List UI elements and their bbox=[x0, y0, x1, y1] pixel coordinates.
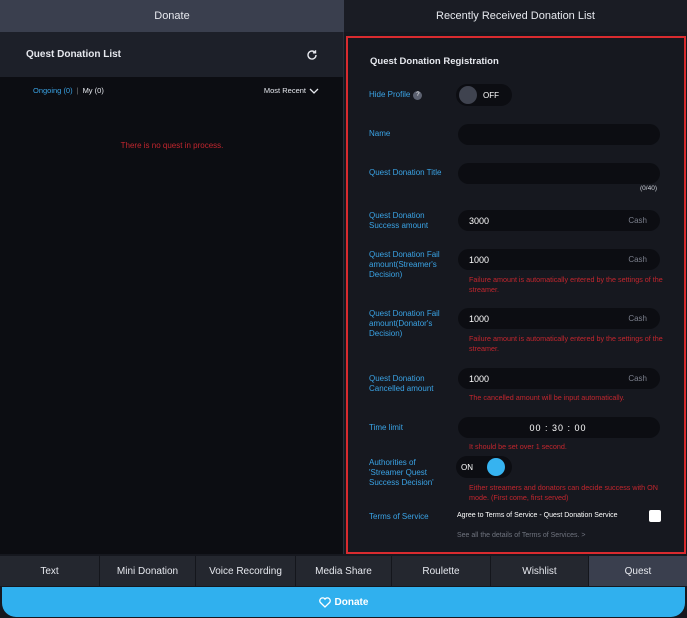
chevron-down-icon bbox=[309, 88, 319, 94]
fail-amount-note: Failure amount is automatically entered … bbox=[469, 275, 663, 294]
toggle-state: ON bbox=[461, 462, 473, 472]
quest-title-label: Quest Donation Title bbox=[369, 168, 442, 177]
fail-amount-donator-label: Quest Donation Fail amount(Donator's Dec… bbox=[369, 309, 440, 338]
list-header: Quest Donation List bbox=[0, 32, 343, 77]
cash-unit: Cash bbox=[628, 255, 647, 264]
top-tab-bar: Donate Recently Received Donation List bbox=[0, 0, 687, 32]
hide-profile-toggle[interactable]: OFF bbox=[456, 84, 512, 106]
filter-ongoing[interactable]: Ongoing (0) bbox=[33, 86, 73, 95]
name-input[interactable] bbox=[458, 124, 660, 145]
fail-amount-streamer-input[interactable]: 1000 Cash bbox=[458, 249, 660, 270]
fail-amount-donator-input[interactable]: 1000 Cash bbox=[458, 308, 660, 329]
terms-agree-checkbox[interactable] bbox=[649, 510, 661, 522]
quest-donation-list-panel: Quest Donation List Ongoing (0) | My (0)… bbox=[0, 32, 344, 554]
cancelled-amount-note: The cancelled amount will be input autom… bbox=[469, 393, 625, 402]
title-char-counter: (0/40) bbox=[640, 185, 657, 192]
tab-donate[interactable]: Donate bbox=[0, 0, 344, 32]
tab-mini-donation[interactable]: Mini Donation bbox=[100, 556, 196, 586]
empty-message: There is no quest in process. bbox=[120, 141, 224, 150]
success-amount-label: Quest Donation Success amount bbox=[369, 211, 429, 230]
terms-label: Terms of Service bbox=[369, 512, 429, 521]
cash-unit: Cash bbox=[628, 374, 647, 383]
authorities-note: Either streamers and donators can decide… bbox=[469, 483, 658, 502]
fail-amount-streamer-label: Quest Donation Fail amount(Streamer's De… bbox=[369, 250, 440, 279]
success-amount-input[interactable]: 3000 Cash bbox=[458, 210, 660, 231]
form-title: Quest Donation Registration bbox=[370, 56, 499, 67]
toggle-state: OFF bbox=[483, 90, 499, 100]
donate-label: Donate bbox=[334, 596, 369, 608]
fail-amount-note: Failure amount is automatically entered … bbox=[469, 334, 663, 353]
terms-agree-text: Agree to Terms of Service - Quest Donati… bbox=[457, 512, 618, 519]
tab-media-share[interactable]: Media Share bbox=[296, 556, 392, 586]
help-icon[interactable]: ? bbox=[413, 91, 423, 100]
tab-text[interactable]: Text bbox=[0, 556, 100, 586]
donate-button[interactable]: Donate bbox=[2, 587, 685, 617]
fail-amount-streamer-value: 1000 bbox=[469, 254, 490, 265]
name-label: Name bbox=[369, 129, 391, 138]
heart-icon bbox=[318, 596, 331, 608]
sort-label: Most Recent bbox=[263, 86, 306, 95]
list-title: Quest Donation List bbox=[26, 49, 121, 60]
tab-voice-recording[interactable]: Voice Recording bbox=[196, 556, 296, 586]
cancelled-amount-input[interactable]: 1000 Cash bbox=[458, 368, 660, 389]
filter-my[interactable]: My (0) bbox=[83, 86, 104, 95]
quest-title-input[interactable] bbox=[458, 163, 660, 184]
cash-unit: Cash bbox=[628, 216, 647, 225]
tab-recently-received[interactable]: Recently Received Donation List bbox=[344, 0, 687, 32]
time-limit-value: 00 : 30 : 00 bbox=[529, 422, 587, 433]
cash-unit: Cash bbox=[628, 314, 647, 323]
filter-separator: | bbox=[76, 86, 79, 95]
tab-wishlist[interactable]: Wishlist bbox=[491, 556, 589, 586]
fail-amount-donator-value: 1000 bbox=[469, 313, 490, 324]
authorities-toggle[interactable]: ON bbox=[456, 456, 512, 478]
donation-type-tabs: Text Mini Donation Voice Recording Media… bbox=[0, 556, 687, 586]
time-limit-input[interactable]: 00 : 30 : 00 bbox=[458, 417, 660, 438]
cancelled-amount-value: 1000 bbox=[469, 373, 490, 384]
terms-details-link[interactable]: See all the details of Terms of Services… bbox=[457, 532, 585, 539]
sort-dropdown[interactable]: Most Recent bbox=[264, 86, 319, 95]
toggle-knob bbox=[459, 86, 477, 104]
filter-row: Ongoing (0) | My (0) Most Recent bbox=[33, 86, 319, 95]
cancelled-amount-label: Quest Donation Cancelled amount bbox=[369, 374, 434, 393]
time-limit-note: It should be set over 1 second. bbox=[469, 442, 567, 451]
success-amount-value: 3000 bbox=[469, 215, 490, 226]
tab-quest[interactable]: Quest bbox=[589, 556, 687, 586]
authorities-label: Authorities of 'Streamer Quest Success D… bbox=[369, 458, 434, 487]
quest-donation-registration-form: Quest Donation Registration Hide Profile… bbox=[346, 36, 686, 554]
toggle-knob bbox=[487, 458, 505, 476]
refresh-icon[interactable] bbox=[305, 48, 319, 62]
tab-roulette[interactable]: Roulette bbox=[392, 556, 491, 586]
time-limit-label: Time limit bbox=[369, 423, 403, 432]
hide-profile-label: Hide Profile? bbox=[369, 90, 445, 100]
